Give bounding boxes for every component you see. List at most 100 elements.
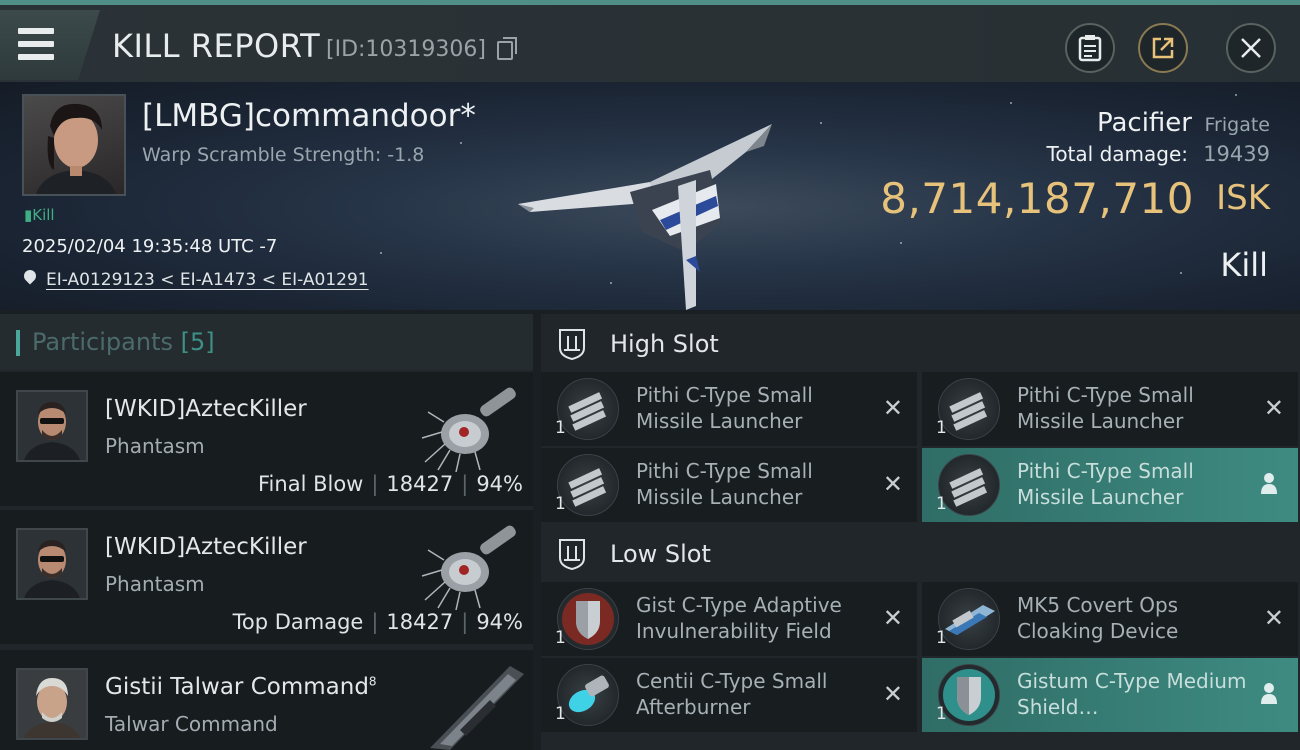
low-slot-header: Low Slot (541, 524, 1300, 584)
participant-percent: 94% (476, 472, 523, 496)
menu-icon (18, 28, 54, 34)
module-item[interactable]: 1 Gist C-Type Adaptive Invulnerability F… (541, 582, 917, 656)
module-item[interactable]: 1 MK5 Covert Ops Cloaking Device ✕ (922, 582, 1298, 656)
fitting-panel: High Slot 1 Pithi C-Type Small Missile L… (541, 314, 1300, 750)
low-slot-icon (559, 539, 585, 570)
module-name: Pithi C-Type Small Missile Launcher (636, 459, 813, 509)
clipboard-icon (1078, 35, 1102, 62)
victim-name[interactable]: [LMBG]commandoor* (142, 98, 476, 134)
share-button[interactable] (1138, 23, 1188, 73)
participant-avatar[interactable] (16, 528, 88, 600)
module-quantity: 1 (936, 418, 947, 438)
participant-damage: 18427 (386, 610, 454, 634)
person-icon (1261, 683, 1277, 704)
menu-button[interactable] (0, 10, 100, 80)
participant-row[interactable]: Gistii Talwar Command8 Talwar Command (0, 650, 533, 750)
kill-tag: ▮Kill (24, 206, 55, 224)
participants-count: [5] (180, 328, 215, 356)
module-name: Gist C-Type Adaptive Invulnerability Fie… (636, 593, 842, 643)
module-quantity: 1 (555, 628, 566, 648)
participant-superscript: 8 (368, 674, 377, 689)
participants-header: Participants [5] (0, 314, 533, 370)
module-quantity: 1 (555, 704, 566, 724)
report-button[interactable] (1065, 23, 1115, 73)
destroyed-icon: ✕ (882, 394, 903, 422)
module-item[interactable]: 1 Pithi C-Type Small Missile Launcher (922, 448, 1298, 522)
module-item[interactable]: 1 Centii C-Type Small Afterburner ✕ (541, 658, 917, 732)
participant-ship-icon (430, 666, 524, 750)
participant-name[interactable]: Gistii Talwar Command8 (105, 674, 377, 700)
page-title: KILL REPORT (112, 27, 321, 65)
location-link[interactable]: EI-A0129123 < EI-A1473 < EI-A01291 (46, 270, 369, 290)
kill-summary: [LMBG]commandoor* Warp Scramble Strength… (0, 82, 1300, 310)
destroyed-icon: ✕ (1263, 604, 1284, 632)
destroyed-icon: ✕ (882, 470, 903, 498)
top-bar: KILL REPORT [ID:10319306] (0, 0, 1300, 82)
module-name: Gistum C-Type Medium Shield… (1017, 669, 1247, 719)
ship-name: Pacifier (1096, 108, 1192, 138)
participant-ship: Talwar Command (105, 712, 278, 736)
high-slot-header: High Slot (541, 314, 1300, 374)
participant-name[interactable]: [WKID]AztecKiller (105, 534, 307, 560)
participant-ship-icon (421, 525, 516, 610)
participant-avatar[interactable] (16, 668, 88, 740)
module-quantity: 1 (936, 628, 947, 648)
missile-launcher-icon (938, 454, 1000, 516)
participant-percent: 94% (476, 610, 523, 634)
report-id: [ID:10319306] (326, 37, 486, 62)
participant-row[interactable]: [WKID]AztecKiller Phantasm Final Blow | 18… (0, 372, 533, 506)
participant-ship: Phantasm (105, 572, 205, 596)
participants-label: Participants (32, 328, 173, 356)
close-icon (1241, 38, 1261, 58)
high-slot-title: High Slot (610, 330, 719, 358)
isk-unit: ISK (1216, 178, 1270, 218)
module-item[interactable]: 1 Pithi C-Type Small Missile Launcher ✕ (922, 372, 1298, 446)
module-name: Centii C-Type Small Afterburner (636, 669, 828, 719)
header-accent (16, 330, 20, 356)
participant-ship: Phantasm (105, 434, 205, 458)
module-name: MK5 Covert Ops Cloaking Device (1017, 593, 1179, 643)
ship-render (518, 124, 772, 310)
participant-ship-icon (421, 387, 516, 472)
kill-tag-label: Kill (32, 206, 55, 224)
participant-row[interactable]: [WKID]AztecKiller Phantasm Top Damage | 18… (0, 510, 533, 644)
participant-role: Final Blow (258, 472, 364, 496)
menu-icon (18, 54, 54, 60)
module-item[interactable]: 1 Pithi C-Type Small Missile Launcher ✕ (541, 448, 917, 522)
module-name: Pithi C-Type Small Missile Launcher (636, 383, 813, 433)
isk-value: 8,714,187,710 (880, 174, 1194, 223)
participant-avatar[interactable] (16, 390, 88, 462)
module-name: Pithi C-Type Small Missile Launcher (1017, 459, 1194, 509)
kill-timestamp: 2025/02/04 19:35:48 UTC -7 (22, 236, 278, 257)
module-quantity: 1 (555, 418, 566, 438)
module-item[interactable]: 1 Pithi C-Type Small Missile Launcher ✕ (541, 372, 917, 446)
participants-panel: Participants [5] [WKID]AztecKiller Phant… (0, 314, 533, 750)
share-icon (1152, 37, 1174, 59)
copy-icon[interactable] (497, 37, 517, 60)
module-name: Pithi C-Type Small Missile Launcher (1017, 383, 1194, 433)
missile-launcher-icon (557, 378, 619, 440)
shield-extender-icon (938, 664, 1000, 726)
warp-scramble-strength: Warp Scramble Strength: -1.8 (142, 144, 425, 166)
destroyed-icon: ✕ (882, 680, 903, 708)
missile-launcher-icon (557, 454, 619, 516)
module-quantity: 1 (936, 494, 947, 514)
participants-title: Participants [5] (32, 328, 215, 356)
victim-avatar[interactable] (22, 94, 126, 196)
participant-name-text: Gistii Talwar Command (105, 674, 369, 700)
participant-name[interactable]: [WKID]AztecKiller (105, 396, 307, 422)
destroyed-icon: ✕ (1263, 394, 1284, 422)
shield-module-icon (557, 588, 619, 650)
participant-stats: Final Blow | 18427 | 94% (258, 472, 523, 496)
high-slot-icon (559, 329, 585, 360)
module-quantity: 1 (936, 704, 947, 724)
module-item[interactable]: 1 Gistum C-Type Medium Shield… (922, 658, 1298, 732)
participant-damage: 18427 (386, 472, 454, 496)
menu-icon (18, 41, 54, 47)
participant-stats: Top Damage | 18427 | 94% (232, 610, 523, 634)
location-pin-icon (21, 267, 39, 285)
cloaking-device-icon (938, 588, 1000, 650)
close-button[interactable] (1226, 23, 1276, 73)
destroyed-icon: ✕ (882, 604, 903, 632)
participant-role: Top Damage (232, 610, 364, 634)
